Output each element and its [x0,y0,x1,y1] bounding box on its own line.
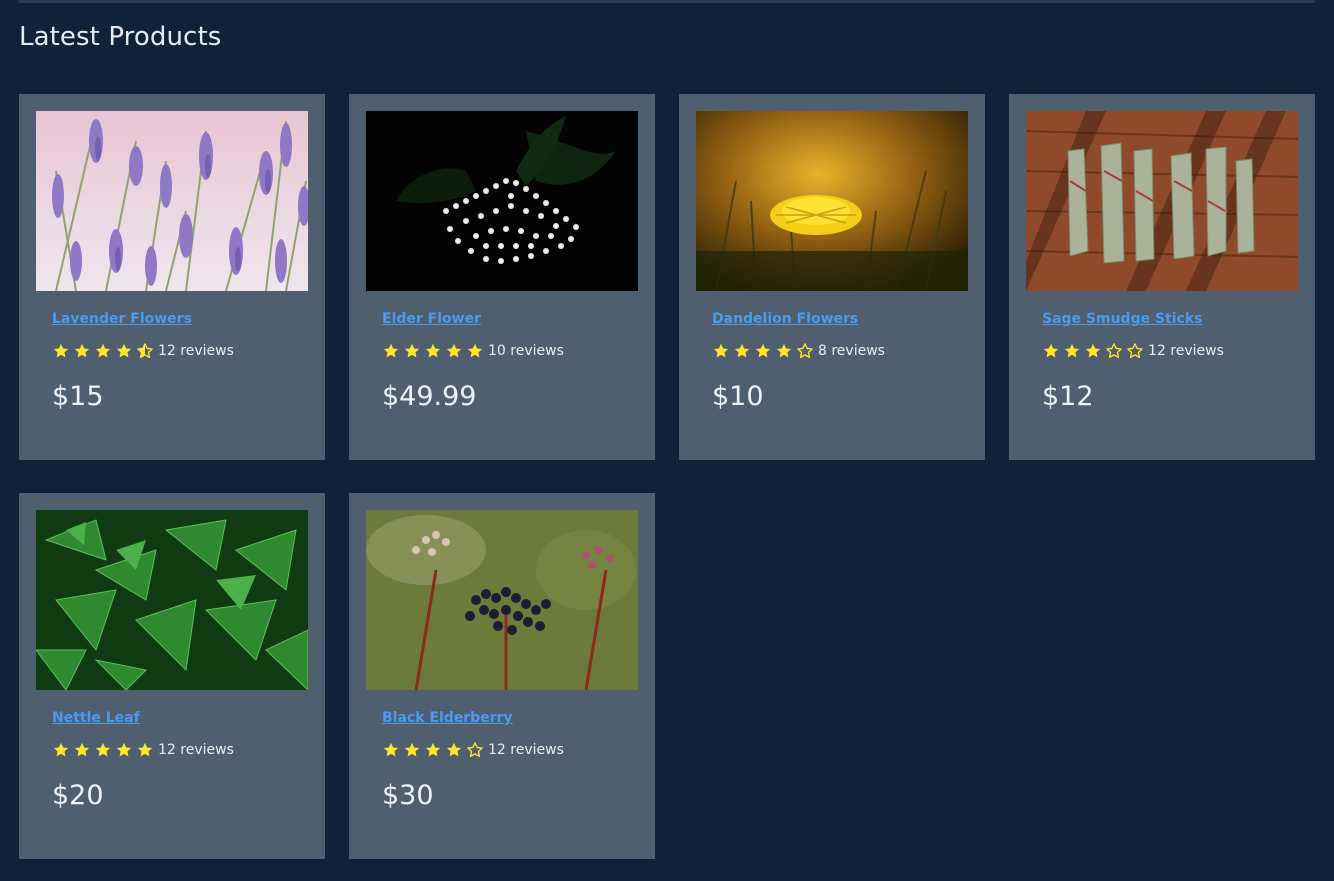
product-name-link[interactable]: Sage Smudge Sticks [1042,311,1203,327]
star-filled-icon [776,343,792,358]
section-title: Latest Products [19,22,222,52]
rating-row: 10 reviews [382,341,638,361]
star-filled-icon [1043,343,1059,358]
product-card: Lavender Flowers 12 reviews $15 [19,94,325,460]
star-filled-icon [467,343,483,358]
star-filled-icon [446,742,462,757]
star-filled-icon [425,343,441,358]
product-card: Nettle Leaf 12 reviews $20 [19,493,325,859]
star-rating [382,741,487,759]
product-card: Dandelion Flowers 8 reviews $10 [679,94,985,460]
product-image-nettle[interactable] [36,510,308,690]
product-name-link[interactable]: Black Elderberry [382,710,513,726]
product-name-link[interactable]: Dandelion Flowers [712,311,858,327]
product-card: Black Elderberry 12 reviews $30 [349,493,655,859]
product-name-link[interactable]: Nettle Leaf [52,710,140,726]
star-filled-icon [755,343,771,358]
star-filled-icon [734,343,750,358]
star-filled-icon [383,742,399,757]
star-filled-icon [383,343,399,358]
rating-row: 12 reviews [52,740,308,760]
product-price: $49.99 [382,381,477,412]
star-filled-icon [137,742,153,757]
star-filled-icon [74,343,90,358]
star-rating [52,342,157,360]
star-filled-icon [404,343,420,358]
product-price: $10 [712,381,764,412]
product-price: $15 [52,381,104,412]
star-filled-icon [95,742,111,757]
star-filled-icon [713,343,729,358]
product-card: Elder Flower 10 reviews $49.99 [349,94,655,460]
rating-row: 8 reviews [712,341,968,361]
review-count: 12 reviews [158,742,234,758]
star-filled-icon [53,742,69,757]
star-filled-icon [53,343,69,358]
product-image-dandelion[interactable] [696,111,968,291]
review-count: 12 reviews [488,742,564,758]
review-count: 12 reviews [1148,343,1224,359]
product-name-link[interactable]: Elder Flower [382,311,481,327]
star-rating [52,741,157,759]
rating-row: 12 reviews [1042,341,1298,361]
star-rating [1042,342,1147,360]
top-divider [19,0,1315,3]
star-empty-icon [1127,343,1143,359]
product-image-elder-flower[interactable] [366,111,638,291]
product-grid: Lavender Flowers 12 reviews $15 Elder Fl… [19,94,1315,859]
star-filled-icon [404,742,420,757]
review-count: 10 reviews [488,343,564,359]
product-image-lavender[interactable] [36,111,308,291]
star-filled-icon [95,343,111,358]
star-half-icon [137,343,153,359]
review-count: 12 reviews [158,343,234,359]
star-filled-icon [116,742,132,757]
star-empty-icon [797,343,813,359]
star-filled-icon [116,343,132,358]
star-filled-icon [74,742,90,757]
product-name-link[interactable]: Lavender Flowers [52,311,192,327]
rating-row: 12 reviews [382,740,638,760]
product-image-elderberry[interactable] [366,510,638,690]
product-image-sage[interactable] [1026,111,1298,291]
product-card: Sage Smudge Sticks 12 reviews $12 [1009,94,1315,460]
star-rating [382,342,487,360]
star-rating [712,342,817,360]
star-filled-icon [1064,343,1080,358]
review-count: 8 reviews [818,343,885,359]
star-empty-icon [1106,343,1122,359]
product-price: $30 [382,780,434,811]
product-price: $20 [52,780,104,811]
product-price: $12 [1042,381,1094,412]
star-empty-icon [467,742,483,758]
star-filled-icon [1085,343,1101,358]
star-filled-icon [425,742,441,757]
rating-row: 12 reviews [52,341,308,361]
star-filled-icon [446,343,462,358]
